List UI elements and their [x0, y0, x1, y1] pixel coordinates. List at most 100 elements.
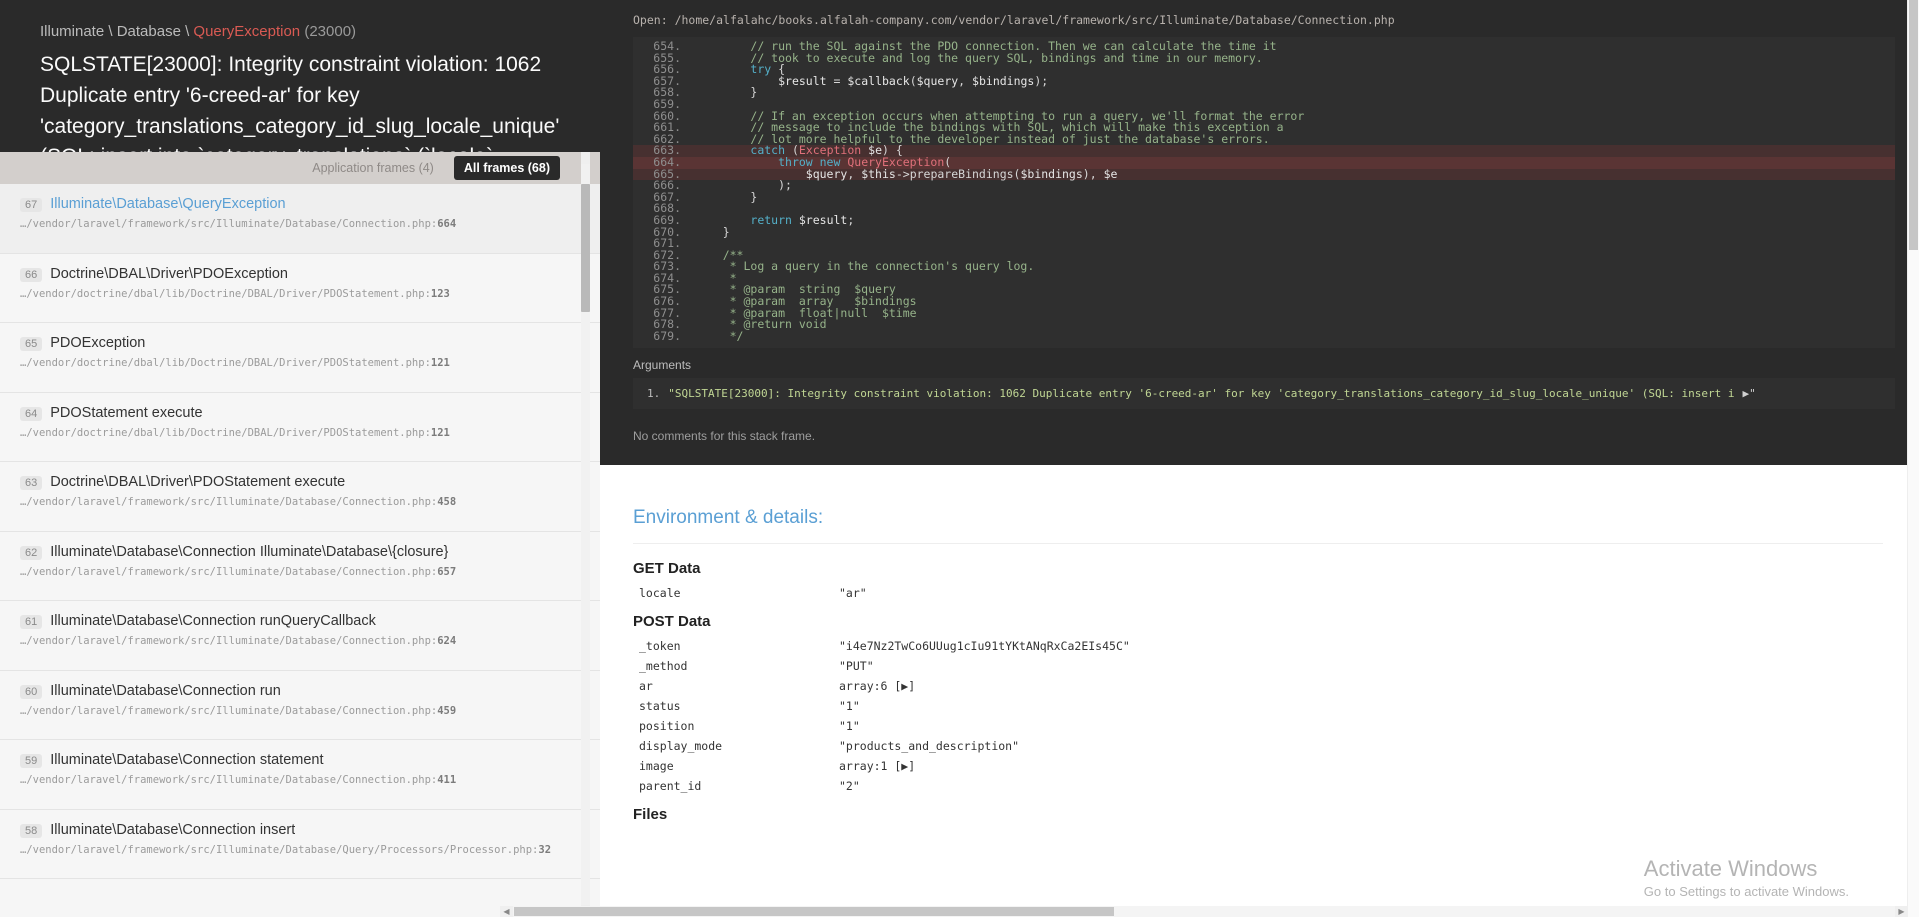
table-row: position "1"	[633, 716, 1883, 736]
code-line: 655. // took to execute and log the quer…	[633, 50, 1895, 65]
frame-class: Illuminate\Database\QueryException	[50, 196, 286, 212]
frame-item[interactable]: 64 PDOStatement execute …/vendor/doctrine/…	[0, 392, 600, 462]
code-line: 657. $result = $callback($query, $bindin…	[633, 75, 1895, 88]
frames-list[interactable]: 67 Illuminate\Database\QueryException …/ve…	[0, 184, 600, 917]
frame-class: Illuminate\Database\Connection statement	[50, 752, 324, 768]
frame-item[interactable]: 61 Illuminate\Database\Connection runQuer…	[0, 601, 600, 671]
frame-item[interactable]: 67 Illuminate\Database\QueryException …/ve…	[0, 184, 600, 254]
code-line: 671.	[633, 237, 1895, 250]
frame-class: Doctrine\DBAL\Driver\PDOStatement execut…	[50, 474, 346, 490]
frame-item[interactable]: 58 Illuminate\Database\Connection insert ……	[0, 809, 600, 879]
frame-path: …/vendor/laravel/framework/src/Illuminat…	[20, 774, 457, 786]
frame-path: …/vendor/laravel/framework/src/Illuminat…	[20, 496, 457, 508]
env-value[interactable]: array:1 [▶]	[839, 756, 1883, 776]
frame-index: 60	[20, 684, 43, 699]
frame-line-number: 459	[437, 704, 457, 717]
table-row: display_mode "products_and_description"	[633, 736, 1883, 756]
table-row: parent_id "2"	[633, 776, 1883, 796]
line-source	[695, 203, 1895, 215]
env-value: "1"	[839, 699, 860, 714]
tab-application-frames[interactable]: Application frames (4)	[302, 156, 444, 180]
env-key: position	[639, 719, 695, 734]
frame-item[interactable]: 65 PDOException …/vendor/doctrine/dbal/lib…	[0, 323, 600, 393]
left-scrollbar-thumb[interactable]	[581, 184, 590, 312]
table-row: _method "PUT"	[633, 656, 1883, 676]
env-key: display_mode	[639, 739, 723, 754]
right-scrollbar-vertical[interactable]	[1907, 0, 1919, 917]
frame-line-number: 657	[437, 565, 457, 578]
env-value[interactable]: array:6 [▶]	[839, 676, 1883, 696]
horizontal-scrollbar-thumb[interactable]	[514, 907, 1114, 916]
table-row: status "1"	[633, 696, 1883, 716]
argument-index: 1.	[647, 387, 661, 401]
line-source: }	[750, 189, 758, 204]
exception-message: SQLSTATE[23000]: Integrity constraint vi…	[40, 53, 560, 152]
env-key: image	[639, 759, 674, 774]
frame-line-number: 624	[437, 635, 457, 647]
tab-all-frames[interactable]: All frames (68)	[453, 156, 560, 180]
frame-line-number: 664	[437, 218, 457, 230]
frame-line-number: 121	[430, 357, 450, 369]
env-table: locale "ar"	[633, 583, 1883, 603]
frame-class: Illuminate\Database\Connection insert	[50, 821, 296, 838]
exception-class-name: QueryException	[193, 23, 301, 40]
frame-index: 58	[20, 823, 43, 838]
code-line: 669. return $result;	[633, 212, 1895, 227]
frame-path: …/vendor/laravel/framework/src/Illuminat…	[20, 635, 457, 647]
code-lines: 654. // run the SQL against the PDO conn…	[633, 37, 1895, 349]
exception-namespace: Illuminate \ Database \	[40, 23, 194, 40]
table-row: _token "i4e7Nz2TwCo6UUug1cIu91tYKtANqRxCa…	[633, 636, 1883, 656]
line-number: 679.	[653, 328, 681, 343]
env-key: _method	[639, 659, 688, 674]
frame-path: …/vendor/laravel/framework/src/Illuminat…	[20, 704, 457, 717]
argument-item[interactable]: 1. "SQLSTATE[23000]: Integrity constrain…	[633, 378, 1895, 410]
arguments-title: Arguments	[633, 358, 692, 373]
frame-item[interactable]: 62 Illuminate\Database\Connection Illumin…	[0, 531, 600, 601]
frame-index: 61	[20, 615, 43, 629]
line-source: */	[729, 328, 744, 343]
env-key: ar	[639, 679, 653, 694]
frame-index: 64	[20, 406, 43, 421]
argument-expand-icon[interactable]: ▶"	[1742, 387, 1755, 400]
frame-class: Illuminate\Database\Connection Illuminat…	[50, 543, 449, 560]
code-line: 667. }	[633, 189, 1895, 204]
env-value: "products_and_description"	[839, 739, 1020, 754]
environment-sections: GET Data locale "ar" POST Data _token "i4e7Nz…	[633, 560, 1883, 823]
frame-item[interactable]: 59 Illuminate\Database\Connection stateme…	[0, 740, 600, 810]
frame-line-number: 123	[430, 287, 450, 300]
arguments-section: Arguments 1. "SQLSTATE[23000]: Integrity…	[600, 348, 1919, 466]
frame-class: PDOStatement execute	[50, 404, 203, 421]
frame-item[interactable]: 66 Doctrine\DBAL\Driver\PDOException …/ven…	[0, 253, 600, 323]
argument-value: "SQLSTATE[23000]: Integrity constraint v…	[668, 387, 1735, 401]
env-key: locale	[639, 586, 681, 601]
right-scrollbar-thumb[interactable]	[1909, 0, 1918, 250]
table-row: ar array:6 [▶]	[633, 676, 1883, 696]
left-scroll-up-arrow[interactable]	[581, 152, 590, 164]
frame-item[interactable]: 60 Illuminate\Database\Connection run …/ve…	[0, 670, 600, 740]
environment-details: Environment & details: GET Data locale "ar…	[600, 465, 1919, 823]
line-source: * @param float|null $time	[729, 305, 917, 320]
scroll-right-arrow[interactable]: ▶	[1895, 906, 1908, 917]
exception-header: Illuminate \ Database \ QueryException (…	[0, 0, 600, 152]
frames-nav: Application frames (4) All frames (68)	[0, 152, 600, 184]
open-label: Open:	[633, 13, 668, 27]
env-key: status	[639, 699, 681, 714]
line-source: $query, $this->prepareBindings($bindings…	[805, 166, 1118, 181]
frame-path: …/vendor/laravel/framework/src/Illuminat…	[20, 218, 457, 230]
frame-index: 59	[20, 754, 43, 768]
line-source: }	[722, 224, 730, 239]
scroll-left-arrow[interactable]: ◀	[500, 906, 513, 917]
line-source: * Log a query in the connection's query …	[729, 259, 1035, 274]
environment-title: Environment & details:	[633, 507, 1883, 545]
env-section-heading: Files	[633, 806, 668, 824]
frame-index: 67	[20, 198, 43, 212]
line-source: // took to execute and log the query SQL…	[750, 50, 1263, 65]
frame-path: …/vendor/doctrine/dbal/lib/Doctrine/DBAL…	[20, 287, 450, 300]
line-source: );	[778, 178, 792, 193]
open-file-path: Open: /home/alfalahc/books.alfalah-compa…	[600, 0, 1919, 37]
line-source: return $result;	[750, 212, 855, 227]
horizontal-scrollbar[interactable]	[500, 906, 1908, 917]
left-scrollbar[interactable]	[581, 152, 590, 917]
frame-item[interactable]: 63 Doctrine\DBAL\Driver\PDOStatement exec…	[0, 462, 600, 532]
frame-index: 63	[20, 476, 43, 490]
